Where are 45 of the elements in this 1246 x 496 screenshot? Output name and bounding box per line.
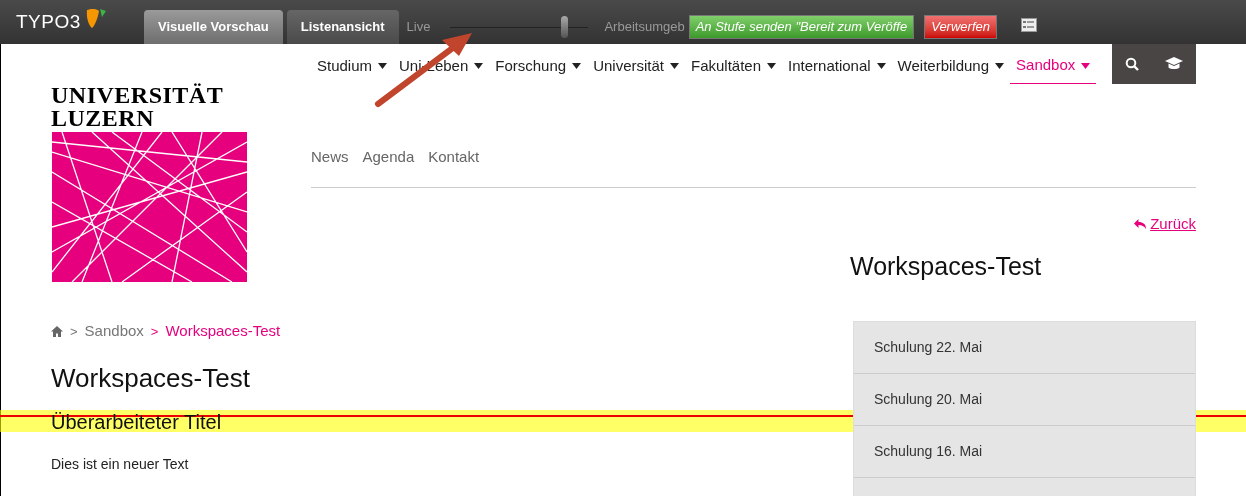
typo3-logo: TYPO3 <box>16 9 81 34</box>
nav-item[interactable]: Universität <box>587 48 685 84</box>
caret-icon <box>474 63 484 69</box>
caret-icon <box>876 63 886 69</box>
slider-label: Live <box>406 18 431 37</box>
sidebar-menu-item[interactable]: Schulung 20. Mai <box>874 389 983 410</box>
home-icon[interactable] <box>51 325 63 337</box>
nav-item[interactable]: Forschung <box>489 48 588 84</box>
nav-item[interactable]: Sandbox <box>1010 48 1097 84</box>
breadcrumb-link[interactable]: Workspaces-Test <box>165 320 281 343</box>
sidebar-title: Workspaces-Test <box>850 251 1043 282</box>
caret-icon <box>572 63 582 69</box>
back-arrow-icon <box>1134 218 1147 229</box>
caret-icon <box>767 63 777 69</box>
nav-item[interactable]: International <box>782 48 892 84</box>
caret-icon <box>378 63 388 69</box>
breadcrumb-link[interactable]: Sandbox <box>84 320 144 343</box>
discard-button[interactable]: Verwerfen <box>924 15 997 39</box>
view-tab[interactable]: Visuelle Vorschau <box>144 10 283 44</box>
breadcrumb-separator: > <box>70 322 78 341</box>
university-logo[interactable]: UNIVERSITÄT LUZERN <box>51 84 247 280</box>
subnav-link[interactable]: Kontakt <box>428 146 480 169</box>
body-text: Dies ist ein neuer Text <box>51 455 190 474</box>
page-title: Workspaces-Test <box>51 362 251 395</box>
sidebar-menu-item[interactable]: Schulung 22. Mai <box>874 337 983 358</box>
search-icon[interactable] <box>1125 57 1139 71</box>
subnav-link[interactable]: Agenda <box>362 146 415 169</box>
section-heading: Überarbeiteter Titel <box>51 410 223 434</box>
nav-item[interactable]: Studium <box>311 48 394 84</box>
logo-icon <box>84 6 109 30</box>
caret-icon <box>995 63 1005 69</box>
caret-icon <box>1081 62 1091 69</box>
list-icon[interactable] <box>1021 18 1037 32</box>
sidebar-menu-item[interactable]: Schulung 16. Mai <box>874 441 983 462</box>
nav-item[interactable]: Weiterbildung <box>891 48 1011 84</box>
slider-label: Arbeitsumgeb <box>604 18 685 37</box>
slider-thumb[interactable] <box>560 16 568 38</box>
breadcrumb-separator: > <box>150 322 159 341</box>
back-link[interactable]: Zurück <box>1134 212 1196 235</box>
subnav-link[interactable]: News <box>311 146 349 169</box>
graduation-cap-icon[interactable] <box>1165 57 1183 71</box>
nav-item[interactable]: Fakultäten <box>685 48 783 84</box>
logo-wordmark: UNIVERSITÄT LUZERN <box>51 84 225 130</box>
caret-icon <box>670 63 679 69</box>
view-tab[interactable]: Listenansicht <box>286 10 399 44</box>
